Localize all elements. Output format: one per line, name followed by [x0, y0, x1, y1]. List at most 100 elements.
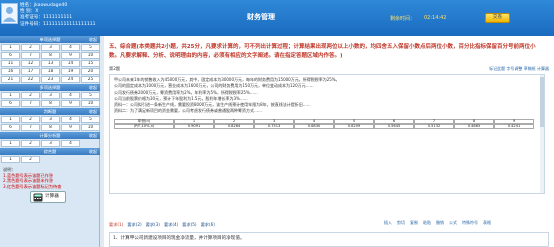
- table-cell: 0.5645: [374, 123, 414, 129]
- case-scroll-thumb[interactable]: [540, 77, 544, 127]
- table-cell: 0.5132: [414, 123, 454, 129]
- answer-tab[interactable]: 要求(2): [127, 222, 141, 228]
- section-header[interactable]: 计算分析题 收起: [0, 132, 100, 139]
- answer-tab[interactable]: 要求(4): [164, 222, 178, 228]
- question-cell[interactable]: 24: [61, 76, 80, 83]
- question-cell[interactable]: 4: [61, 140, 80, 147]
- question-cell[interactable]: 7: [21, 124, 40, 131]
- question-cell[interactable]: 22: [21, 76, 40, 83]
- editor-tool-button[interactable]: 剪切: [397, 220, 405, 225]
- question-cell[interactable]: 2: [21, 116, 40, 123]
- table-cell: 0.6209: [334, 123, 374, 129]
- question-cell[interactable]: 1: [1, 156, 20, 163]
- question-cell[interactable]: 9: [61, 52, 80, 59]
- calculator-button[interactable]: 计算器: [30, 191, 66, 203]
- section-toggle[interactable]: 收起: [89, 132, 97, 139]
- question-cell[interactable]: 12: [21, 60, 40, 67]
- header-bar: 姓名：jkaowudage40 性 别：X 准考证号：1111111111 证件…: [0, 0, 554, 36]
- editor-tool-button[interactable]: 复制: [410, 220, 418, 225]
- editor-tool-button[interactable]: 表格: [483, 220, 491, 225]
- question-cell[interactable]: 25: [81, 76, 100, 83]
- timer: 剩余时间： 02:14:42 交卷: [390, 13, 510, 23]
- question-cell[interactable]: 8: [41, 124, 60, 131]
- question-cell[interactable]: 10: [81, 52, 100, 59]
- section-header[interactable]: 多项选择题 收起: [0, 84, 100, 91]
- question-cell[interactable]: 9: [61, 124, 80, 131]
- scratch-paper-button[interactable]: 草稿纸: [524, 66, 536, 71]
- ticket-value: 1111111111: [42, 15, 73, 21]
- question-cell[interactable]: 1: [1, 44, 20, 51]
- question-cell[interactable]: 6: [1, 52, 20, 59]
- question-cell[interactable]: 13: [41, 60, 60, 67]
- answer-tab[interactable]: 要求(3): [146, 222, 160, 228]
- editor-tool-button[interactable]: 插入: [384, 220, 392, 225]
- question-cell[interactable]: 18: [41, 68, 60, 75]
- question-cell[interactable]: 6: [1, 124, 20, 131]
- question-grid: 1234: [0, 139, 99, 148]
- question-cell[interactable]: 2: [21, 92, 40, 99]
- question-cell[interactable]: 14: [61, 60, 80, 67]
- calc-tool-button[interactable]: 计算器: [537, 66, 549, 71]
- question-cell[interactable]: 1: [1, 92, 20, 99]
- question-cell[interactable]: 4: [61, 116, 80, 123]
- question-cell[interactable]: 17: [21, 68, 40, 75]
- answer-area[interactable]: 1、计算甲公司新建设项目的现金净流量，并计算项目的净现值。: [109, 232, 549, 247]
- case-scrollbar[interactable]: [540, 75, 544, 193]
- editor-tool-button[interactable]: 粘贴: [423, 220, 431, 225]
- question-cell[interactable]: 3: [41, 92, 60, 99]
- answer-tab[interactable]: 要求(1): [109, 222, 123, 228]
- section-header[interactable]: 单项选择题 收起: [0, 36, 100, 43]
- question-cell[interactable]: 7: [21, 52, 40, 59]
- question-cell[interactable]: 10: [81, 100, 100, 107]
- question-cell[interactable]: 2: [21, 156, 40, 163]
- section-toggle[interactable]: 收起: [89, 84, 97, 91]
- section-toggle[interactable]: 收起: [89, 148, 97, 155]
- section-toggle[interactable]: 收起: [89, 108, 97, 115]
- question-cell[interactable]: 8: [41, 100, 60, 107]
- question-cell[interactable]: 2: [21, 140, 40, 147]
- flag-question-button[interactable]: 标记此题: [489, 66, 505, 71]
- question-cell[interactable]: 1: [1, 116, 20, 123]
- section-header[interactable]: 综合题 收起: [0, 148, 100, 155]
- name-value: jkaowudage40: [33, 3, 68, 8]
- question-number: 第2题: [109, 66, 121, 71]
- table-cell: 0.4241: [494, 123, 534, 129]
- question-cell[interactable]: 21: [1, 76, 20, 83]
- gender-value: X: [35, 9, 39, 15]
- question-cell[interactable]: 9: [61, 100, 80, 107]
- font-size-button[interactable]: 字号调整: [506, 66, 522, 71]
- question-cell[interactable]: 10: [81, 124, 100, 131]
- editor-tool-button[interactable]: 公式: [449, 220, 457, 225]
- question-instructions: 五、综合题(本类题共2小题，共25分，凡要求计算的，可不列出计算过程；计算结果出…: [109, 43, 546, 61]
- question-cell[interactable]: 20: [81, 68, 100, 75]
- question-grid: 1 2 3 4 5 6 7 8 9 10: [0, 91, 100, 108]
- question-cell[interactable]: 15: [81, 60, 100, 67]
- question-cell[interactable]: 5: [81, 44, 100, 51]
- question-cell[interactable]: 3: [41, 116, 60, 123]
- question-cell[interactable]: 8: [41, 52, 60, 59]
- answer-tab[interactable]: 要求(5): [182, 222, 196, 228]
- submit-exam-button[interactable]: 交卷: [485, 13, 510, 23]
- section-header[interactable]: 判断题 收起: [0, 108, 100, 115]
- question-cell[interactable]: 23: [41, 76, 60, 83]
- question-cell[interactable]: 19: [61, 68, 80, 75]
- question-cell[interactable]: 2: [21, 44, 40, 51]
- question-cell[interactable]: 16: [1, 68, 20, 75]
- question-cell[interactable]: 3: [41, 44, 60, 51]
- editor-tool-button[interactable]: 特殊符号: [462, 220, 478, 225]
- question-cell[interactable]: 5: [81, 92, 100, 99]
- ticket-label: 准考证号：: [20, 15, 43, 21]
- editor-tool-button[interactable]: 撤销: [436, 220, 444, 225]
- question-cell[interactable]: 3: [41, 140, 60, 147]
- question-cell[interactable]: 5: [81, 116, 100, 123]
- question-cell[interactable]: 11: [1, 60, 20, 67]
- section-toggle[interactable]: 收起: [89, 36, 97, 43]
- question-cell[interactable]: 4: [61, 44, 80, 51]
- case-material[interactable]: 甲公司未来1年的销售收入为45000万元，其中，固定成本为30000万元，每年的…: [109, 74, 545, 194]
- question-cell[interactable]: 7: [21, 100, 40, 107]
- question-cell[interactable]: 6: [1, 100, 20, 107]
- question-cell[interactable]: 1: [1, 140, 20, 147]
- answer-tab[interactable]: 要求(6): [201, 222, 215, 228]
- exam-title: 财务管理: [247, 13, 275, 21]
- question-cell[interactable]: 4: [61, 92, 80, 99]
